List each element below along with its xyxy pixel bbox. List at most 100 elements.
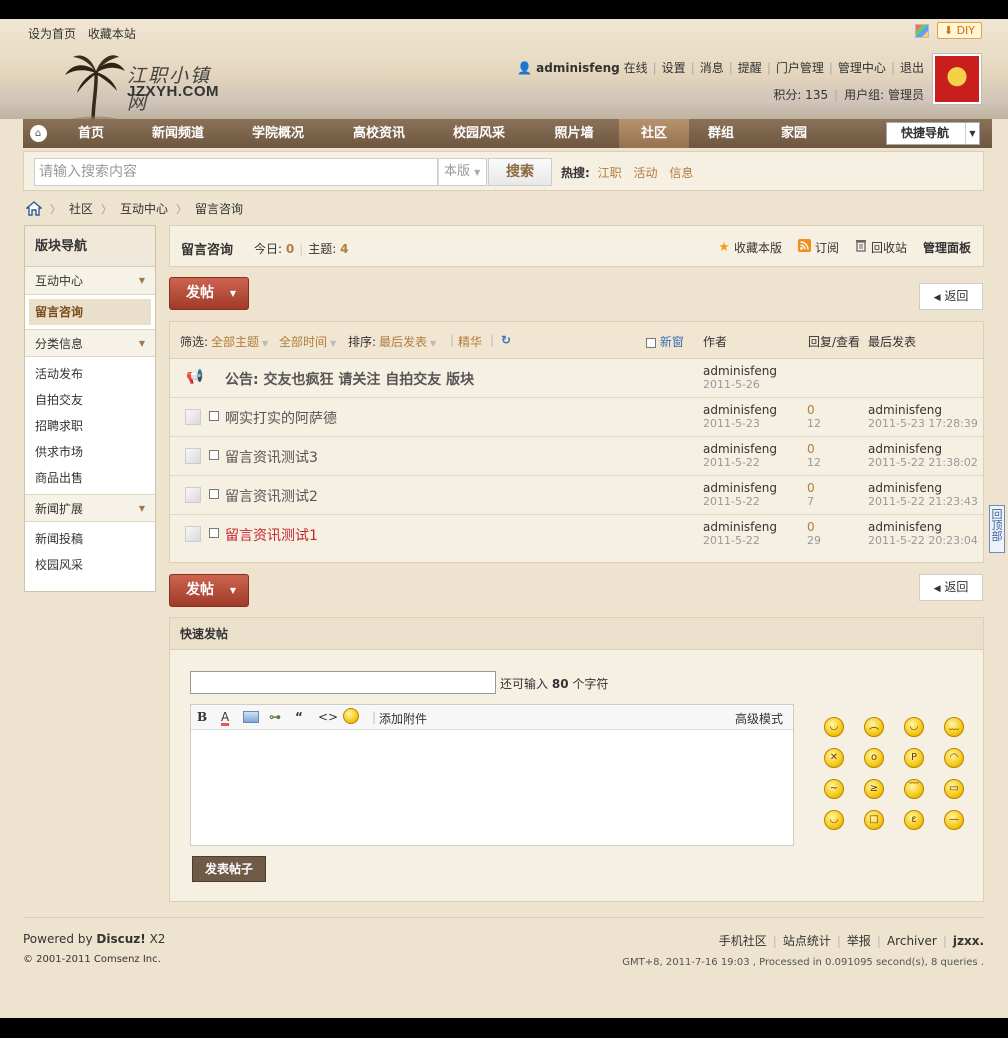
filter-digest[interactable]: 精华 (458, 333, 482, 350)
author-link[interactable]: adminisfeng (703, 442, 777, 456)
submit-post-button[interactable]: 发表帖子 (192, 856, 266, 882)
new-thread-button[interactable]: 发帖 ▼ (169, 277, 249, 310)
last-post-time[interactable]: 2011-5-22 21:38:02 (868, 456, 978, 469)
author-link[interactable]: adminisfeng (703, 520, 777, 534)
home-icon[interactable] (26, 201, 42, 216)
filter-all-time[interactable]: 全部时间 ▼ (279, 333, 336, 350)
hot-keyword[interactable]: 信息 (669, 166, 693, 180)
advanced-mode-link[interactable]: 高级模式 (735, 710, 783, 727)
nav-item-news[interactable]: 新闻频道 (129, 119, 227, 148)
nav-item-college[interactable]: 学院概况 (227, 119, 329, 148)
discuz-link[interactable]: Discuz! (96, 932, 145, 946)
smiley-icon[interactable] (343, 708, 359, 724)
smiley-angry-icon[interactable]: ✕ (824, 748, 844, 768)
smiley-squint-icon[interactable]: ≥ (864, 779, 884, 799)
portal-admin-link[interactable]: 门户管理 (776, 61, 824, 75)
sidebar-item-campus-style[interactable]: 校园风采 (25, 552, 155, 578)
smiley-wink-icon[interactable]: ◠ (944, 748, 964, 768)
smiley-sad-icon[interactable]: ︵ (864, 717, 884, 737)
nav-item-campus[interactable]: 校园风采 (429, 119, 529, 148)
set-home-link[interactable]: 设为首页 (28, 27, 76, 41)
recycle-bin-button[interactable]: 回收站 (855, 238, 907, 256)
last-poster-link[interactable]: adminisfeng (868, 481, 942, 495)
sidebar-item-market[interactable]: 供求市场 (25, 439, 155, 465)
nav-item-photos[interactable]: 照片墙 (529, 119, 619, 148)
sidebar-group-classified[interactable]: 分类信息 ▼ (25, 329, 155, 357)
thread-checkbox[interactable] (209, 411, 219, 421)
site-link[interactable]: jzxx. (953, 934, 984, 948)
thread-title-link[interactable]: 留言资讯测试1 (225, 525, 318, 545)
report-link[interactable]: 举报 (847, 934, 871, 948)
attach-button[interactable]: 添加附件 (379, 710, 427, 727)
filter-all-topics[interactable]: 全部主题 ▼ (211, 333, 268, 350)
bold-icon[interactable]: B (197, 710, 207, 724)
avatar[interactable]: ★ (932, 53, 982, 105)
nav-home-button[interactable]: ⌂ (23, 119, 53, 148)
bookmark-link[interactable]: 收藏本站 (88, 27, 136, 41)
thread-checkbox[interactable] (209, 450, 219, 460)
author-link[interactable]: adminisfeng (703, 481, 777, 495)
quote-icon[interactable]: “ (295, 710, 303, 724)
thread-title-link[interactable]: 啊实打实的阿萨德 (225, 408, 337, 428)
new-window-toggle[interactable]: 新窗 (646, 333, 684, 350)
user-group-link[interactable]: 用户组: 管理员 (844, 88, 924, 102)
smiley-surprise-icon[interactable]: o (864, 748, 884, 768)
announcement-link[interactable]: 公告: 交友也疯狂 请关注 自拍交友 版块 (225, 369, 474, 389)
messages-link[interactable]: 消息 (700, 61, 724, 75)
favorite-forum-button[interactable]: ★ 收藏本版 (718, 239, 782, 256)
nav-item-home[interactable]: 首页 (53, 119, 129, 148)
smiley-annoyed-icon[interactable]: — (944, 810, 964, 830)
diy-button[interactable]: ⬇ DIY (936, 22, 982, 39)
smiley-laugh-icon[interactable]: ▭ (944, 779, 964, 799)
font-color-icon[interactable]: A (221, 710, 229, 724)
admin-center-link[interactable]: 管理中心 (838, 61, 886, 75)
smiley-cry-icon[interactable]: ﹏ (944, 717, 964, 737)
code-icon[interactable]: <> (318, 710, 338, 724)
link-icon[interactable]: ⊶ (269, 710, 281, 724)
sidebar-group-interaction[interactable]: 互动中心 ▼ (25, 267, 155, 295)
back-button-bottom[interactable]: ◀ 返回 (919, 574, 983, 601)
site-logo[interactable]: 江职小镇网 JZXYH.COM (55, 53, 225, 123)
smiley-grin-icon[interactable]: ◡ (904, 717, 924, 737)
search-scope-select[interactable]: 本版 ▼ (438, 158, 487, 186)
new-thread-button-bottom[interactable]: 发帖 ▼ (169, 574, 249, 607)
smiley-happy-icon[interactable]: ◡ (824, 810, 844, 830)
last-post-time[interactable]: 2011-5-23 17:28:39 (868, 417, 978, 430)
settings-link[interactable]: 设置 (662, 61, 686, 75)
search-input[interactable]: 请输入搜索内容 (34, 158, 438, 186)
points-link[interactable]: 积分: 135 (773, 88, 828, 102)
archiver-link[interactable]: Archiver (887, 934, 937, 948)
sidebar-item-jobs[interactable]: 招聘求职 (25, 413, 155, 439)
thread-title-link[interactable]: 留言资讯测试2 (225, 486, 318, 506)
nav-item-home-space[interactable]: 家园 (753, 119, 835, 148)
nav-item-university-news[interactable]: 高校资讯 (329, 119, 429, 148)
sidebar-item-news-submit[interactable]: 新闻投稿 (25, 526, 155, 552)
sidebar-group-news-ext[interactable]: 新闻扩展 ▼ (25, 494, 155, 522)
last-post-time[interactable]: 2011-5-22 20:23:04 (868, 534, 978, 547)
refresh-icon[interactable]: ↻ (501, 333, 511, 347)
subscribe-button[interactable]: 订阅 (797, 238, 839, 256)
post-subject-input[interactable] (190, 671, 496, 694)
admin-panel-button[interactable]: 管理面板 (923, 239, 971, 256)
reminders-link[interactable]: 提醒 (738, 61, 762, 75)
smiley-sweat-icon[interactable]: ﹋ (904, 779, 924, 799)
smiley-smile-icon[interactable]: ◡ (824, 717, 844, 737)
breadcrumb-current[interactable]: 留言咨询 (195, 200, 243, 217)
post-content-textarea[interactable] (191, 730, 793, 845)
mobile-link[interactable]: 手机社区 (719, 934, 767, 948)
smiley-shock-icon[interactable]: □ (864, 810, 884, 830)
sidebar-item-dating[interactable]: 自拍交友 (25, 387, 155, 413)
author-link[interactable]: adminisfeng (703, 364, 777, 378)
new-window-checkbox[interactable] (646, 337, 656, 348)
smiley-tongue-icon[interactable]: P (904, 748, 924, 768)
nav-item-groups[interactable]: 群组 (689, 119, 753, 148)
last-poster-link[interactable]: adminisfeng (868, 403, 942, 417)
back-to-top-button[interactable]: 回顶部 (989, 505, 1005, 553)
author-link[interactable]: adminisfeng (703, 403, 777, 417)
last-post-time[interactable]: 2011-5-22 21:23:43 (868, 495, 978, 508)
nav-item-community[interactable]: 社区 (619, 119, 689, 148)
sidebar-item-sale[interactable]: 商品出售 (25, 465, 155, 491)
hot-keyword[interactable]: 活动 (633, 166, 657, 180)
hot-keyword[interactable]: 江职 (598, 166, 622, 180)
back-button[interactable]: ◀ 返回 (919, 283, 983, 310)
